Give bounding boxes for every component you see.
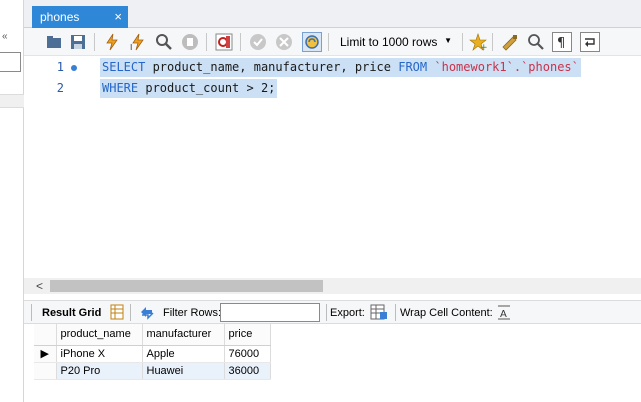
result-grid-tab[interactable]: Result Grid <box>42 307 101 319</box>
invisible-chars-icon[interactable]: ¶ <box>552 32 572 52</box>
refresh-icon[interactable] <box>138 304 156 323</box>
execute-current-icon[interactable]: I <box>128 32 148 52</box>
editor-toolbar: I Limit to 1000 rows ▼ + ¶ <box>24 28 641 56</box>
folder-open-icon[interactable] <box>44 32 64 52</box>
editor-tab-bar: phones × <box>24 0 641 28</box>
table-row[interactable]: P20 Pro Huawei 36000 <box>34 362 271 380</box>
svg-text:¶: ¶ <box>557 36 565 49</box>
editor-horizontal-scrollbar[interactable]: < <box>24 278 641 294</box>
sql-keyword: FROM <box>398 60 428 74</box>
sql-text: product_name, manufacturer, price <box>145 60 399 74</box>
current-row-icon: ▶ <box>34 345 57 363</box>
row-header-corner <box>34 324 57 346</box>
execute-icon[interactable] <box>102 32 122 52</box>
filter-rows-label: Filter Rows: <box>163 307 222 319</box>
grid-cell[interactable]: 36000 <box>224 362 271 380</box>
find-icon[interactable] <box>526 32 546 52</box>
rollback-icon[interactable] <box>274 32 294 52</box>
stop-icon[interactable] <box>180 32 200 52</box>
tab-phones[interactable]: phones × <box>32 6 128 28</box>
grid-cell[interactable]: iPhone X <box>56 345 143 363</box>
grid-cell[interactable]: P20 Pro <box>56 362 143 380</box>
line-number: 1 <box>56 60 64 74</box>
close-icon[interactable]: × <box>114 9 122 24</box>
navigator-header-bar <box>0 94 24 108</box>
grid-cell[interactable]: Huawei <box>142 362 225 380</box>
sql-editor[interactable]: 1 SELECT product_name, manufacturer, pri… <box>24 56 641 278</box>
line-number: 2 <box>56 81 64 95</box>
grid-header-row: product_name manufacturer price <box>34 324 271 346</box>
table-row[interactable]: ▶ iPhone X Apple 76000 <box>34 345 271 363</box>
editor-line: 2 WHERE product_count > 2; <box>24 78 641 98</box>
grid-view-icon[interactable] <box>110 304 124 323</box>
svg-text:I: I <box>130 43 132 51</box>
sql-identifier: `homework1`.`phones` <box>434 60 579 74</box>
wrap-icon[interactable] <box>580 32 600 52</box>
beautify-icon[interactable] <box>500 32 520 52</box>
chevron-down-icon: ▼ <box>444 36 452 45</box>
export-icon[interactable] <box>370 304 388 323</box>
filter-rows-input[interactable] <box>220 303 320 322</box>
column-header[interactable]: price <box>224 324 271 346</box>
grid-cell[interactable]: Apple <box>142 345 225 363</box>
svg-text:+: + <box>480 43 487 51</box>
tab-title: phones <box>40 10 80 24</box>
scroll-left-icon[interactable]: < <box>36 279 43 293</box>
autocommit-icon[interactable] <box>302 32 322 52</box>
result-grid: product_name manufacturer price ▶ iPhone… <box>34 324 271 380</box>
export-label: Export: <box>330 307 365 319</box>
sql-editor-window: « phones × I Limit to 1000 rows ▼ + ¶ 1 … <box>0 0 641 402</box>
sql-text: product_count > 2; <box>138 81 276 95</box>
chevron-collapse-icon[interactable]: « <box>2 31 8 42</box>
limit-rows-select[interactable]: Limit to 1000 rows ▼ <box>334 32 458 52</box>
wrap-cell-label: Wrap Cell Content: <box>400 307 493 319</box>
code-line-2[interactable]: WHERE product_count > 2; <box>100 79 278 98</box>
sql-keyword: WHERE <box>102 81 139 95</box>
editor-line: 1 SELECT product_name, manufacturer, pri… <box>24 57 641 77</box>
svg-text:A: A <box>500 309 507 320</box>
sql-keyword: SELECT <box>102 60 146 74</box>
statement-marker-icon <box>71 65 77 71</box>
row-header <box>34 362 57 380</box>
save-icon[interactable] <box>68 32 88 52</box>
limit-rows-label: Limit to 1000 rows <box>340 35 438 49</box>
column-header[interactable]: product_name <box>56 324 143 346</box>
explain-icon[interactable] <box>154 32 174 52</box>
column-header[interactable]: manufacturer <box>142 324 225 346</box>
navigator-search-input[interactable] <box>0 52 21 72</box>
wrap-cell-icon[interactable]: A <box>497 304 511 323</box>
bookmark-icon[interactable]: + <box>468 32 488 52</box>
navigator-panel-edge: « <box>0 0 24 402</box>
scrollbar-thumb[interactable] <box>50 280 323 292</box>
code-line-1[interactable]: SELECT product_name, manufacturer, price… <box>100 58 581 77</box>
result-toolbar: Result Grid Filter Rows: Export: Wrap Ce… <box>24 300 641 324</box>
commit-icon[interactable] <box>248 32 268 52</box>
toggle-error-icon[interactable] <box>214 32 234 52</box>
grid-cell[interactable]: 76000 <box>224 345 271 363</box>
